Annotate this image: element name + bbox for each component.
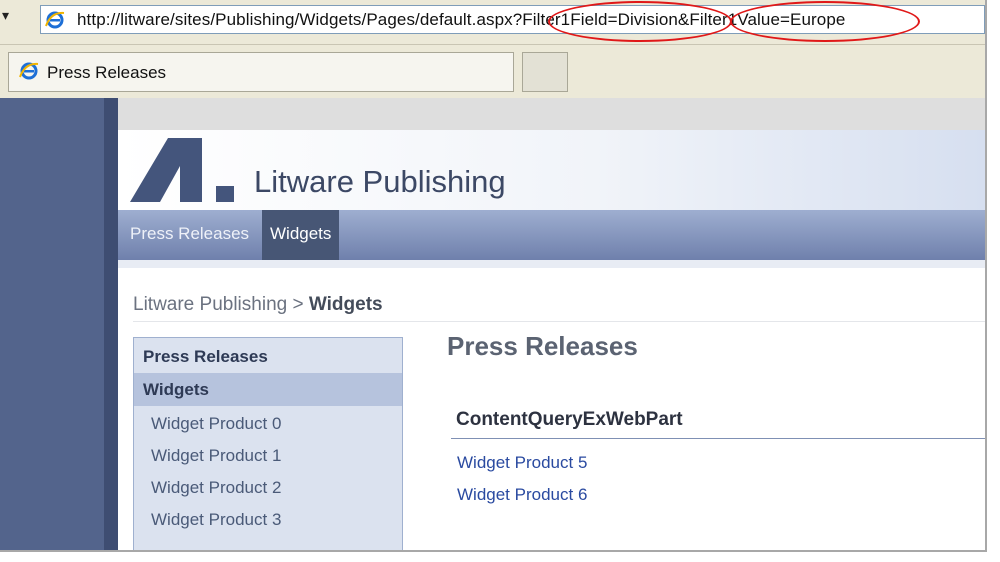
top-navigation: Press Releases Widgets — [118, 210, 985, 260]
tab-title: Press Releases — [47, 63, 167, 82]
webpart-title: ContentQueryExWebPart — [456, 409, 683, 430]
nav-underline — [118, 260, 985, 268]
breadcrumb-separator: > — [292, 294, 304, 315]
dropdown-arrow-icon[interactable]: ▾ — [2, 7, 9, 24]
breadcrumb: Litware Publishing > Widgets — [133, 294, 383, 316]
webpart-link[interactable]: Widget Product 6 — [457, 485, 587, 505]
browser-tab[interactable]: Press Releases — [8, 52, 514, 92]
quick-launch-item[interactable]: Widget Product 3 — [151, 510, 281, 530]
webpart-link[interactable]: Widget Product 5 — [457, 453, 587, 473]
litware-logo — [130, 138, 234, 202]
breadcrumb-current: Widgets — [308, 294, 383, 315]
tab-bar: Press Releases — [0, 44, 985, 99]
breadcrumb-divider — [133, 321, 985, 322]
quick-launch-item[interactable]: Widget Product 1 — [151, 446, 281, 466]
ie-logo-icon — [45, 11, 65, 29]
top-strip — [118, 98, 985, 130]
nav-item-press-releases[interactable]: Press Releases — [122, 210, 257, 260]
page-title: Press Releases — [447, 331, 638, 361]
webpart-divider — [451, 438, 985, 439]
page-left-margin-edge — [104, 98, 118, 550]
quick-launch-heading-widgets[interactable]: Widgets — [134, 373, 402, 406]
new-tab-button[interactable] — [522, 52, 568, 92]
quick-launch-item[interactable]: Widget Product 2 — [151, 478, 281, 498]
browser-window: ▾ http://litware/sites/Publishing/Widget… — [0, 0, 987, 552]
ie-logo-icon — [19, 62, 39, 80]
quick-launch: Press Releases Widgets Widget Product 0 … — [133, 337, 403, 550]
page-left-margin — [0, 98, 118, 550]
nav-item-widgets[interactable]: Widgets — [262, 210, 340, 260]
quick-launch-heading-press-releases[interactable]: Press Releases — [134, 340, 402, 373]
filter-value-highlight — [730, 1, 920, 42]
sharepoint-page: Litware Publishing Press Releases Widget… — [118, 98, 985, 550]
filter-field-highlight — [548, 1, 732, 42]
address-bar-row: ▾ http://litware/sites/Publishing/Widget… — [0, 0, 985, 44]
quick-launch-item[interactable]: Widget Product 0 — [151, 414, 281, 434]
breadcrumb-root[interactable]: Litware Publishing — [133, 294, 287, 315]
site-header: Litware Publishing — [118, 130, 985, 210]
site-title[interactable]: Litware Publishing — [254, 164, 506, 200]
